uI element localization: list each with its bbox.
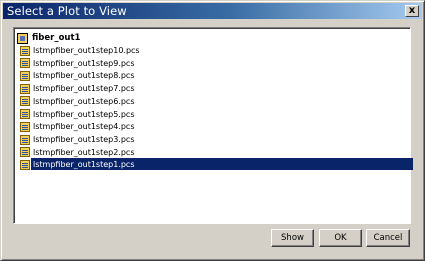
select-plot-dialog: Select a Plot to View x fiber_out1 lstmp…: [0, 0, 425, 261]
plot-file-icon: [20, 121, 30, 132]
dialog-title: Select a Plot to View: [7, 4, 127, 18]
plot-file-icon: [20, 147, 30, 158]
plot-file-icon: [20, 134, 30, 145]
file-list-item[interactable]: lstmpfiber_out1step4.pcs: [20, 121, 410, 132]
file-name-label: lstmpfiber_out1step9.pcs: [33, 58, 135, 68]
plot-file-icon: [20, 45, 30, 56]
title-bar[interactable]: Select a Plot to View x: [3, 3, 422, 19]
plot-file-icon: [20, 58, 30, 69]
file-list-item[interactable]: lstmpfiber_out1step6.pcs: [20, 96, 410, 107]
file-list-item[interactable]: lstmpfiber_out1step5.pcs: [20, 109, 410, 120]
file-list-item[interactable]: lstmpfiber_out1step3.pcs: [20, 134, 410, 145]
file-list-item[interactable]: lstmpfiber_out1step8.pcs: [20, 70, 410, 81]
plot-tree-panel[interactable]: fiber_out1 lstmpfiber_out1step10.pcs lstm…: [13, 27, 413, 224]
file-name-label: lstmpfiber_out1step7.pcs: [33, 84, 135, 94]
file-name-label: lstmpfiber_out1step6.pcs: [33, 96, 135, 106]
file-list-item[interactable]: lstmpfiber_out1step7.pcs: [20, 83, 410, 94]
file-list-item[interactable]: lstmpfiber_out1step10.pcs: [20, 45, 410, 56]
file-name-label: lstmpfiber_out1step5.pcs: [33, 109, 135, 119]
plot-file-icon: [20, 70, 30, 81]
folder-icon: [17, 32, 28, 44]
file-list-item[interactable]: lstmpfiber_out1step1.pcs: [20, 158, 413, 171]
tree-root-label: fiber_out1: [32, 33, 81, 43]
file-name-label: lstmpfiber_out1step8.pcs: [33, 71, 135, 81]
plot-file-icon: [20, 83, 30, 94]
tree-root-node[interactable]: fiber_out1: [17, 32, 80, 44]
file-name-label: lstmpfiber_out1step1.pcs: [33, 160, 135, 170]
plot-file-icon: [20, 159, 30, 170]
file-list: lstmpfiber_out1step10.pcs lstmpfiber_out1…: [20, 45, 413, 172]
file-name-label: lstmpfiber_out1step4.pcs: [33, 122, 135, 132]
show-button[interactable]: Show: [271, 229, 314, 247]
plot-file-icon: [20, 96, 30, 107]
plot-file-icon: [20, 109, 30, 120]
cancel-button[interactable]: Cancel: [366, 229, 410, 247]
plot-tree: fiber_out1 lstmpfiber_out1step10.pcs lstm…: [14, 28, 413, 223]
file-name-label: lstmpfiber_out1step10.pcs: [33, 46, 140, 55]
file-list-item[interactable]: lstmpfiber_out1step2.pcs: [20, 147, 410, 158]
file-list-item[interactable]: lstmpfiber_out1step9.pcs: [20, 58, 410, 69]
file-name-label: lstmpfiber_out1step3.pcs: [33, 135, 135, 145]
ok-button[interactable]: OK: [319, 229, 362, 247]
file-name-label: lstmpfiber_out1step2.pcs: [33, 147, 135, 157]
close-icon: x: [408, 5, 416, 16]
close-button[interactable]: x: [405, 5, 419, 17]
